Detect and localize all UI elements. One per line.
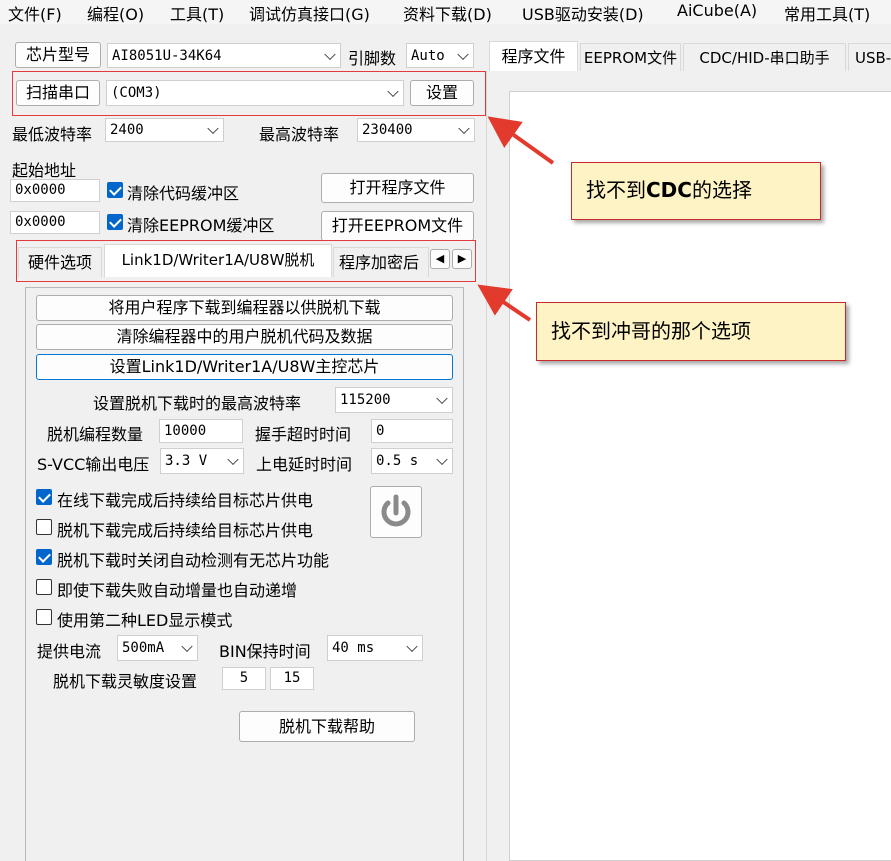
callout-option: 找不到冲哥的那个选项 [536,302,846,361]
callout-cdc-pre: 找不到 [586,178,646,202]
callout-cdc-bold: CDC [646,178,692,202]
callout-cdc: 找不到CDC的选择 [571,162,821,220]
arrow-to-tabs [477,284,532,322]
callout-cdc-post: 的选择 [691,178,752,202]
arrow-to-port [487,116,555,165]
annotation-arrows [477,116,555,322]
